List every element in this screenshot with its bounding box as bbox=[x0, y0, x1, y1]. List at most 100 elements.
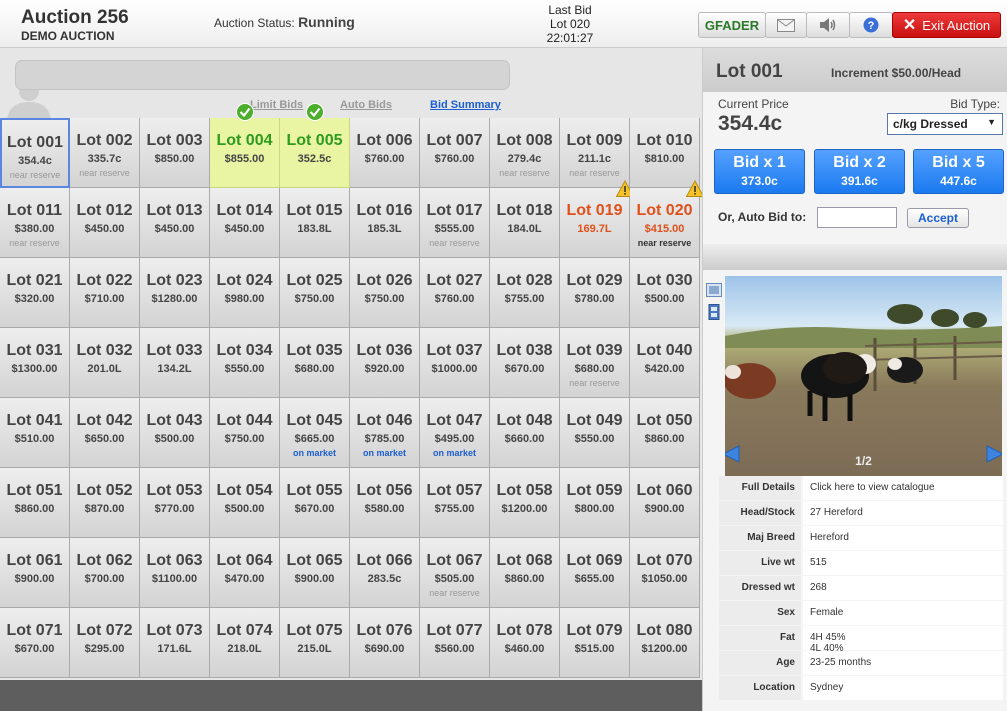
lot-tile[interactable]: Lot 056 $580.00 bbox=[350, 468, 420, 538]
lot-tile[interactable]: Lot 073 171.6L bbox=[140, 608, 210, 678]
lot-tile[interactable]: Lot 080 $1200.00 bbox=[630, 608, 700, 678]
lot-tile[interactable]: Lot 058 $1200.00 bbox=[490, 468, 560, 538]
exit-auction-button[interactable]: ✕ Exit Auction bbox=[892, 12, 1001, 38]
lot-tile[interactable]: Lot 053 $770.00 bbox=[140, 468, 210, 538]
bid-x5-button[interactable]: Bid x 5 447.6c bbox=[913, 149, 1004, 194]
lot-tile[interactable]: Lot 015 183.8L bbox=[280, 188, 350, 258]
lot-tile[interactable]: Lot 069 $655.00 bbox=[560, 538, 630, 608]
lot-tile[interactable]: Lot 049 $550.00 bbox=[560, 398, 630, 468]
lot-tile[interactable]: Lot 003 $850.00 bbox=[140, 118, 210, 188]
lot-tile[interactable]: Lot 025 $750.00 bbox=[280, 258, 350, 328]
lot-tile[interactable]: Lot 059 $800.00 bbox=[560, 468, 630, 538]
lot-tile[interactable]: Lot 008 279.4c near reserve bbox=[490, 118, 560, 188]
lot-tile[interactable]: Lot 057 $755.00 bbox=[420, 468, 490, 538]
lot-tile[interactable]: Lot 075 215.0L bbox=[280, 608, 350, 678]
lot-tile[interactable]: Lot 030 $500.00 bbox=[630, 258, 700, 328]
lot-tile[interactable]: Lot 079 $515.00 bbox=[560, 608, 630, 678]
lot-tile[interactable]: Lot 042 $650.00 bbox=[70, 398, 140, 468]
lot-tile[interactable]: Lot 050 $860.00 bbox=[630, 398, 700, 468]
photo-view-icon[interactable] bbox=[706, 283, 722, 297]
lot-tile[interactable]: Lot 055 $670.00 bbox=[280, 468, 350, 538]
sound-button[interactable] bbox=[806, 12, 850, 38]
lot-tile[interactable]: Lot 017 $555.00 near reserve bbox=[420, 188, 490, 258]
lot-tile[interactable]: Lot 013 $450.00 bbox=[140, 188, 210, 258]
lot-tile[interactable]: Lot 063 $1100.00 bbox=[140, 538, 210, 608]
lot-tile[interactable]: Lot 046 $785.00 on market bbox=[350, 398, 420, 468]
lot-tile[interactable]: Lot 078 $460.00 bbox=[490, 608, 560, 678]
bid-type-select[interactable]: c/kg Dressed ▼ bbox=[887, 113, 1003, 135]
lot-tile[interactable]: Lot 074 218.0L bbox=[210, 608, 280, 678]
lot-tile[interactable]: Lot 044 $750.00 bbox=[210, 398, 280, 468]
lot-tile[interactable]: Lot 004 $855.00 bbox=[210, 103, 280, 188]
auto-bid-input[interactable] bbox=[817, 207, 897, 228]
tab-bid-summary[interactable]: Bid Summary bbox=[430, 99, 501, 111]
accept-button[interactable]: Accept bbox=[907, 208, 969, 228]
tab-limit-bids[interactable]: Limit Bids bbox=[250, 99, 303, 111]
lot-tile[interactable]: Lot 028 $755.00 bbox=[490, 258, 560, 328]
bid-x2-button[interactable]: Bid x 2 391.6c bbox=[814, 149, 905, 194]
lot-tile[interactable]: Lot 041 $510.00 bbox=[0, 398, 70, 468]
lot-tile[interactable]: Lot 007 $760.00 bbox=[420, 118, 490, 188]
lot-tile[interactable]: Lot 019 169.7L bbox=[560, 180, 634, 258]
lot-tile[interactable]: Lot 047 $495.00 on market bbox=[420, 398, 490, 468]
lot-tile[interactable]: Lot 011 $380.00 near reserve bbox=[0, 188, 70, 258]
lot-tile[interactable]: Lot 066 283.5c bbox=[350, 538, 420, 608]
lot-tile[interactable]: Lot 064 $470.00 bbox=[210, 538, 280, 608]
lot-tile[interactable]: Lot 027 $760.00 bbox=[420, 258, 490, 328]
lot-tile[interactable]: Lot 029 $780.00 bbox=[560, 258, 630, 328]
lot-tile[interactable]: Lot 035 $680.00 bbox=[280, 328, 350, 398]
lot-tile[interactable]: Lot 005 352.5c bbox=[280, 103, 350, 188]
lot-tile[interactable]: Lot 020 $415.00 near reserve bbox=[630, 180, 704, 258]
lot-tile[interactable]: Lot 068 $860.00 bbox=[490, 538, 560, 608]
lot-tile[interactable]: Lot 021 $320.00 bbox=[0, 258, 70, 328]
lot-tile[interactable]: Lot 006 $760.00 bbox=[350, 118, 420, 188]
tab-auto-bids[interactable]: Auto Bids bbox=[340, 99, 392, 111]
lot-tile[interactable]: Lot 026 $750.00 bbox=[350, 258, 420, 328]
lot-tile[interactable]: Lot 037 $1000.00 bbox=[420, 328, 490, 398]
lot-tile[interactable]: Lot 040 $420.00 bbox=[630, 328, 700, 398]
mail-button[interactable] bbox=[765, 12, 807, 38]
video-view-icon[interactable] bbox=[706, 304, 722, 320]
lot-tile[interactable]: Lot 062 $700.00 bbox=[70, 538, 140, 608]
lot-tile[interactable]: Lot 060 $900.00 bbox=[630, 468, 700, 538]
lot-tile[interactable]: Lot 071 $670.00 bbox=[0, 608, 70, 678]
lot-tile[interactable]: Lot 016 185.3L bbox=[350, 188, 420, 258]
lot-tile[interactable]: Lot 051 $860.00 bbox=[0, 468, 70, 538]
prev-arrow-icon[interactable] bbox=[725, 442, 743, 466]
bid-x1-button[interactable]: Bid x 1 373.0c bbox=[714, 149, 805, 194]
lot-tile[interactable]: Lot 009 211.1c near reserve bbox=[560, 118, 630, 188]
lot-tile[interactable]: Lot 077 $560.00 bbox=[420, 608, 490, 678]
lot-tile[interactable]: Lot 024 $980.00 bbox=[210, 258, 280, 328]
lot-tile[interactable]: Lot 032 201.0L bbox=[70, 328, 140, 398]
lot-tile[interactable]: Lot 012 $450.00 bbox=[70, 188, 140, 258]
lot-tile[interactable]: Lot 036 $920.00 bbox=[350, 328, 420, 398]
lot-tile[interactable]: Lot 038 $670.00 bbox=[490, 328, 560, 398]
gfader-button[interactable]: GFADER bbox=[698, 12, 766, 38]
lot-tile[interactable]: Lot 022 $710.00 bbox=[70, 258, 140, 328]
lot-tile[interactable]: Lot 048 $660.00 bbox=[490, 398, 560, 468]
lot-tile[interactable]: Lot 002 335.7c near reserve bbox=[70, 118, 140, 188]
lot-tile[interactable]: Lot 052 $870.00 bbox=[70, 468, 140, 538]
lot-tile[interactable]: Lot 067 $505.00 near reserve bbox=[420, 538, 490, 608]
help-button[interactable]: ? bbox=[849, 12, 893, 38]
lot-tile[interactable]: Lot 033 134.2L bbox=[140, 328, 210, 398]
lot-tile[interactable]: Lot 039 $680.00 near reserve bbox=[560, 328, 630, 398]
lot-tile[interactable]: Lot 031 $1300.00 bbox=[0, 328, 70, 398]
lot-tile[interactable]: Lot 043 $500.00 bbox=[140, 398, 210, 468]
lot-tile[interactable]: Lot 010 $810.00 bbox=[630, 118, 700, 188]
lot-tile[interactable]: Lot 018 184.0L bbox=[490, 188, 560, 258]
lot-price: $870.00 bbox=[84, 503, 125, 515]
lot-tile[interactable]: Lot 054 $500.00 bbox=[210, 468, 280, 538]
catalogue-link[interactable]: Click here to view catalogue bbox=[803, 476, 1003, 500]
lot-tile[interactable]: Lot 070 $1050.00 bbox=[630, 538, 700, 608]
lot-tile[interactable]: Lot 014 $450.00 bbox=[210, 188, 280, 258]
lot-tile[interactable]: Lot 045 $665.00 on market bbox=[280, 398, 350, 468]
lot-tile[interactable]: Lot 072 $295.00 bbox=[70, 608, 140, 678]
lot-tile[interactable]: Lot 061 $900.00 bbox=[0, 538, 70, 608]
lot-tile[interactable]: Lot 023 $1280.00 bbox=[140, 258, 210, 328]
lot-tile[interactable]: Lot 001 354.4c near reserve bbox=[0, 118, 70, 188]
lot-tile[interactable]: Lot 065 $900.00 bbox=[280, 538, 350, 608]
lot-tile[interactable]: Lot 034 $550.00 bbox=[210, 328, 280, 398]
next-arrow-icon[interactable] bbox=[983, 442, 1002, 466]
lot-tile[interactable]: Lot 076 $690.00 bbox=[350, 608, 420, 678]
